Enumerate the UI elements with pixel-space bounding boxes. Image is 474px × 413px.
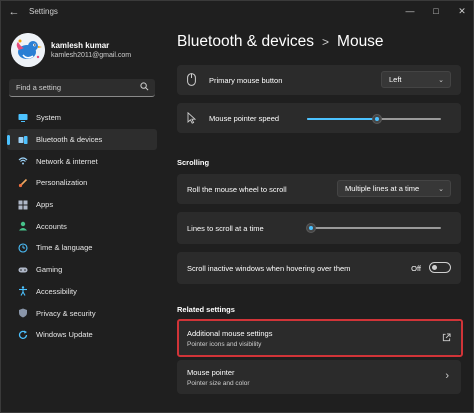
pointer-speed-slider[interactable] [307,114,441,124]
sidebar-item-label: Personalization [36,178,88,188]
maximize-icon[interactable]: □ [425,4,447,18]
back-icon[interactable]: ← [7,5,21,19]
update-icon [17,329,29,341]
chevron-down-icon: ⌄ [438,76,444,84]
sidebar-item-system[interactable]: System [7,107,157,129]
sidebar-item-label: Bluetooth & devices [36,135,103,145]
pointer-speed-slider-thumb[interactable] [371,114,382,124]
sidebar-item-label: Accounts [36,221,67,231]
breadcrumb-separator: > [322,35,330,49]
lines-to-scroll-slider[interactable] [306,223,441,233]
sidebar-item-personalization[interactable]: Personalization [7,172,157,194]
scrolling-section-title: Scrolling [177,158,210,167]
inactive-scroll-state: Off [411,264,421,273]
apps-icon [17,199,29,211]
person-icon [17,220,29,232]
lines-to-scroll-card: Lines to scroll at a time [177,212,461,244]
gamepad-icon [17,264,29,276]
sidebar-item-label: Accessibility [36,286,77,296]
brush-icon [17,177,29,189]
roll-wheel-label: Roll the mouse wheel to scroll [187,185,287,194]
additional-mouse-settings-sublabel: Pointer icons and visibility [187,341,262,348]
bird-avatar-icon [11,33,45,67]
bluetooth-icon [17,134,29,146]
breadcrumb-current: Mouse [337,33,384,50]
sidebar-item-label: Privacy & security [36,308,96,318]
lines-to-scroll-slider-thumb[interactable] [306,223,317,233]
chevron-right-icon: › [445,370,449,382]
primary-mouse-button-label: Primary mouse button [209,76,283,85]
primary-mouse-button-card: Primary mouse button Left ⌄ [177,65,461,95]
mouse-pointer-label: Mouse pointer [187,368,235,377]
sidebar-item-label: Time & language [36,243,93,253]
breadcrumb: Bluetooth & devices > Mouse [177,33,384,51]
pointer-speed-slider-fill [307,118,377,120]
inactive-scroll-card: Scroll inactive windows when hovering ov… [177,252,461,284]
sidebar-item-privacy-security[interactable]: Privacy & security [7,302,157,324]
sidebar-item-label: System [36,113,62,123]
settings-window: ← Settings — □ ✕ kamlesh kumar kamlesh20… [0,0,474,413]
app-title: Settings [29,7,58,16]
sidebar-item-label: Gaming [36,265,63,275]
roll-wheel-card: Roll the mouse wheel to scroll Multiple … [177,174,461,204]
sidebar-item-label: Network & internet [36,156,98,166]
pointer-speed-label: Mouse pointer speed [209,114,280,123]
sidebar-item-windows-update[interactable]: Windows Update [7,324,157,346]
sidebar-item-apps[interactable]: Apps [7,194,157,216]
additional-mouse-settings-card[interactable]: Additional mouse settings Pointer icons … [177,321,461,355]
sidebar-item-bluetooth-devices[interactable]: Bluetooth & devices [7,128,157,151]
minimize-icon[interactable]: — [399,4,421,18]
external-link-icon [442,333,451,344]
mouse-pointer-card[interactable]: Mouse pointer Pointer size and color › [177,360,461,394]
title-bar: ← Settings — □ ✕ [1,1,473,23]
close-icon[interactable]: ✕ [451,4,473,18]
inactive-scroll-label: Scroll inactive windows when hovering ov… [187,264,351,273]
sidebar-item-accounts[interactable]: Accounts [7,215,157,237]
chevron-down-icon: ⌄ [438,185,444,193]
sidebar-item-label: Apps [36,200,54,210]
accessibility-icon [17,285,29,297]
inactive-scroll-toggle[interactable] [429,262,451,273]
pointer-speed-card: Mouse pointer speed [177,103,461,133]
sidebar-item-time-language[interactable]: Time & language [7,237,157,259]
profile-name: kamlesh kumar [51,41,110,50]
sidebar-item-network[interactable]: Network & internet [7,150,157,172]
related-settings-title: Related settings [177,305,235,314]
sidebar-item-label: Windows Update [36,330,93,340]
sidebar-item-gaming[interactable]: Gaming [7,259,157,281]
roll-wheel-dropdown[interactable]: Multiple lines at a time ⌄ [337,180,451,197]
dropdown-value: Multiple lines at a time [345,184,420,193]
mouse-pointer-sublabel: Pointer size and color [187,380,250,387]
profile-email: kamlesh2011@gmail.com [51,52,132,59]
search-box[interactable] [9,79,155,97]
sidebar-item-accessibility[interactable]: Accessibility [7,281,157,303]
lines-to-scroll-label: Lines to scroll at a time [187,224,264,233]
pointer-icon [187,111,197,126]
avatar[interactable] [11,33,45,67]
globe-clock-icon [17,242,29,254]
additional-mouse-settings-label: Additional mouse settings [187,329,273,338]
search-input[interactable] [16,83,136,92]
breadcrumb-parent[interactable]: Bluetooth & devices [177,33,314,51]
primary-mouse-button-dropdown[interactable]: Left ⌄ [381,71,451,88]
dropdown-value: Left [389,75,402,84]
shield-icon [17,307,29,319]
monitor-icon [17,112,29,124]
search-icon[interactable] [140,82,149,93]
sidebar-nav: System Bluetooth & devices Network & int… [7,107,157,346]
wifi-icon [17,155,29,167]
mouse-icon [187,73,196,88]
